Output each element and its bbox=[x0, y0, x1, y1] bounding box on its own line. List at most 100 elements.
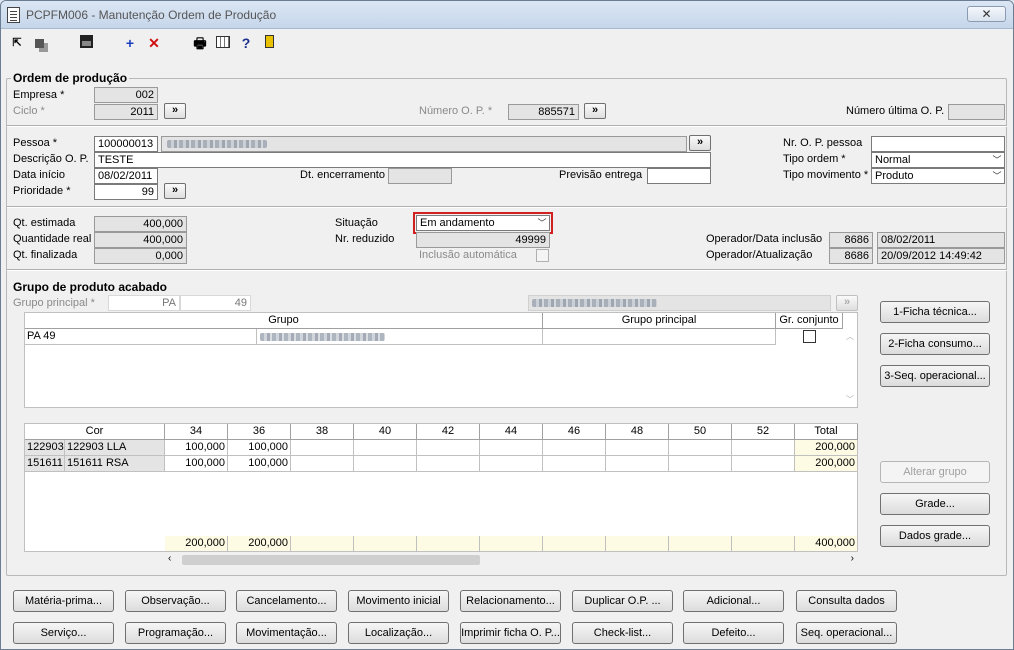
col-size[interactable]: 36 bbox=[228, 424, 291, 440]
numero-op-lookup-button[interactable]: » bbox=[584, 103, 606, 119]
table-row-cell[interactable]: 100,000 bbox=[228, 440, 291, 456]
table-row-cell[interactable] bbox=[732, 456, 795, 472]
col-grupo-principal[interactable]: Grupo principal bbox=[543, 313, 776, 329]
col-gr-conjunto[interactable]: Gr. conjunto bbox=[776, 313, 843, 329]
save-icon[interactable] bbox=[78, 35, 94, 51]
bottom-button-adicional[interactable]: Adicional... bbox=[683, 590, 784, 612]
table-row-cell[interactable] bbox=[606, 456, 669, 472]
print-icon[interactable]: 🖶 bbox=[192, 35, 208, 51]
footer-sum-cell[interactable] bbox=[732, 536, 795, 552]
table-row-grupo-code[interactable]: PA 49 bbox=[25, 329, 257, 345]
col-size[interactable]: 38 bbox=[291, 424, 354, 440]
bottom-button-seq-operacional[interactable]: Seq. operacional... bbox=[796, 622, 897, 644]
col-size[interactable]: 46 bbox=[543, 424, 606, 440]
col-size[interactable]: 48 bbox=[606, 424, 669, 440]
close-button[interactable]: ✕ bbox=[967, 6, 1006, 22]
navigate-icon[interactable]: ⇱ bbox=[9, 35, 25, 51]
grade-button[interactable]: Grade... bbox=[880, 493, 990, 515]
table-row-cell[interactable] bbox=[606, 440, 669, 456]
bottom-button-movimento-inicial[interactable]: Movimento inicial bbox=[348, 590, 449, 612]
pessoa-field[interactable]: 100000013 bbox=[94, 136, 158, 152]
bottom-button-observação[interactable]: Observação... bbox=[125, 590, 226, 612]
table-row-grupo-name[interactable] bbox=[257, 329, 543, 345]
tipo-movimento-select[interactable]: Produto ﹀ bbox=[871, 168, 1005, 184]
table-row-total[interactable]: 200,000 bbox=[795, 440, 858, 456]
table-row-cell[interactable] bbox=[291, 456, 354, 472]
bottom-button-localização[interactable]: Localização... bbox=[348, 622, 449, 644]
empresa-field[interactable]: 002 bbox=[94, 87, 158, 103]
col-size[interactable]: 42 bbox=[417, 424, 480, 440]
table-row-cell[interactable] bbox=[732, 440, 795, 456]
delete-icon[interactable]: ✕ bbox=[146, 35, 162, 51]
table-row-cor-name[interactable]: 151611 RSA bbox=[65, 456, 165, 472]
col-size[interactable]: 44 bbox=[480, 424, 543, 440]
col-size[interactable]: 34 bbox=[165, 424, 228, 440]
scrollbar-thumb[interactable] bbox=[182, 555, 480, 565]
col-grupo[interactable]: Grupo bbox=[25, 313, 543, 329]
footer-sum-cell[interactable] bbox=[669, 536, 732, 552]
alterar-grupo-button[interactable]: Alterar grupo bbox=[880, 461, 990, 483]
table-row-cell[interactable] bbox=[543, 456, 606, 472]
dados-grade-button[interactable]: Dados grade... bbox=[880, 525, 990, 547]
add-icon[interactable]: + bbox=[122, 35, 138, 51]
nr-op-pessoa-field[interactable] bbox=[871, 136, 1005, 152]
table-row-cell[interactable] bbox=[480, 456, 543, 472]
footer-sum-cell[interactable] bbox=[291, 536, 354, 552]
table-row-cell[interactable] bbox=[417, 456, 480, 472]
table-row-cell[interactable] bbox=[669, 456, 732, 472]
bottom-button-check-list[interactable]: Check-list... bbox=[572, 622, 673, 644]
footer-sum-cell[interactable] bbox=[417, 536, 480, 552]
grupo-principal-lookup-button[interactable]: » bbox=[836, 295, 858, 311]
footer-sum-cell[interactable] bbox=[543, 536, 606, 552]
table-row-cor-code[interactable]: 151611 bbox=[25, 456, 65, 472]
col-size[interactable]: 50 bbox=[669, 424, 732, 440]
tipo-ordem-select[interactable]: Normal ﹀ bbox=[871, 152, 1005, 168]
scroll-right-icon[interactable]: › bbox=[851, 553, 854, 564]
situacao-select[interactable]: Em andamento ﹀ bbox=[416, 215, 550, 231]
bottom-button-matéria-prima[interactable]: Matéria-prima... bbox=[13, 590, 114, 612]
table-row-cell[interactable] bbox=[417, 440, 480, 456]
table-row-cor-name[interactable]: 122903 LLA bbox=[65, 440, 165, 456]
table-row-cor-code[interactable]: 122903 bbox=[25, 440, 65, 456]
data-inicio-field[interactable]: 08/02/2011 bbox=[94, 168, 158, 184]
bottom-button-imprimir-ficha-o-p[interactable]: Imprimir ficha O. P... bbox=[460, 622, 561, 644]
calendar-icon[interactable] bbox=[215, 35, 231, 51]
ciclo-field[interactable]: 2011 bbox=[94, 104, 158, 120]
previsao-field[interactable] bbox=[647, 168, 711, 184]
col-cor[interactable]: Cor bbox=[25, 424, 165, 440]
col-size[interactable]: 52 bbox=[732, 424, 795, 440]
bottom-button-serviço[interactable]: Serviço... bbox=[13, 622, 114, 644]
bottom-button-defeito[interactable]: Defeito... bbox=[683, 622, 784, 644]
footer-sum-cell[interactable]: 200,000 bbox=[165, 536, 228, 552]
table-row-cell[interactable] bbox=[669, 440, 732, 456]
bottom-button-cancelamento[interactable]: Cancelamento... bbox=[236, 590, 337, 612]
pessoa-lookup-button[interactable]: » bbox=[689, 135, 711, 151]
table-row-cell[interactable] bbox=[480, 440, 543, 456]
grupo-principal-code[interactable]: PA bbox=[108, 295, 180, 311]
footer-sum-total[interactable]: 400,000 bbox=[795, 536, 858, 552]
footer-sum-cell[interactable] bbox=[354, 536, 417, 552]
table-row-total[interactable]: 200,000 bbox=[795, 456, 858, 472]
exit-door-icon[interactable] bbox=[261, 35, 277, 51]
copy-icon[interactable] bbox=[31, 35, 47, 51]
footer-sum-cell[interactable]: 200,000 bbox=[228, 536, 291, 552]
descricao-field[interactable]: TESTE bbox=[94, 152, 711, 168]
bottom-button-programação[interactable]: Programação... bbox=[125, 622, 226, 644]
footer-sum-cell[interactable] bbox=[480, 536, 543, 552]
numero-op-field[interactable]: 885571 bbox=[508, 104, 579, 120]
prioridade-lookup-button[interactable]: » bbox=[164, 183, 186, 199]
grupo-principal-number[interactable]: 49 bbox=[180, 295, 251, 311]
table-row-cell[interactable]: 100,000 bbox=[165, 440, 228, 456]
scroll-left-icon[interactable]: ‹ bbox=[168, 553, 171, 564]
ficha-consumo-button[interactable]: 2-Ficha consumo... bbox=[880, 333, 990, 355]
footer-sum-cell[interactable] bbox=[606, 536, 669, 552]
col-size[interactable]: 40 bbox=[354, 424, 417, 440]
ciclo-lookup-button[interactable]: » bbox=[164, 103, 186, 119]
table-row-grupo-principal[interactable] bbox=[543, 329, 776, 345]
ficha-tecnica-button[interactable]: 1-Ficha técnica... bbox=[880, 301, 990, 323]
table-row-cell[interactable] bbox=[543, 440, 606, 456]
vertical-scrollbar[interactable]: ︿ ﹀ bbox=[846, 331, 856, 405]
prioridade-field[interactable]: 99 bbox=[94, 184, 158, 200]
table-row-cell[interactable]: 100,000 bbox=[228, 456, 291, 472]
gr-conjunto-checkbox[interactable] bbox=[803, 330, 816, 343]
